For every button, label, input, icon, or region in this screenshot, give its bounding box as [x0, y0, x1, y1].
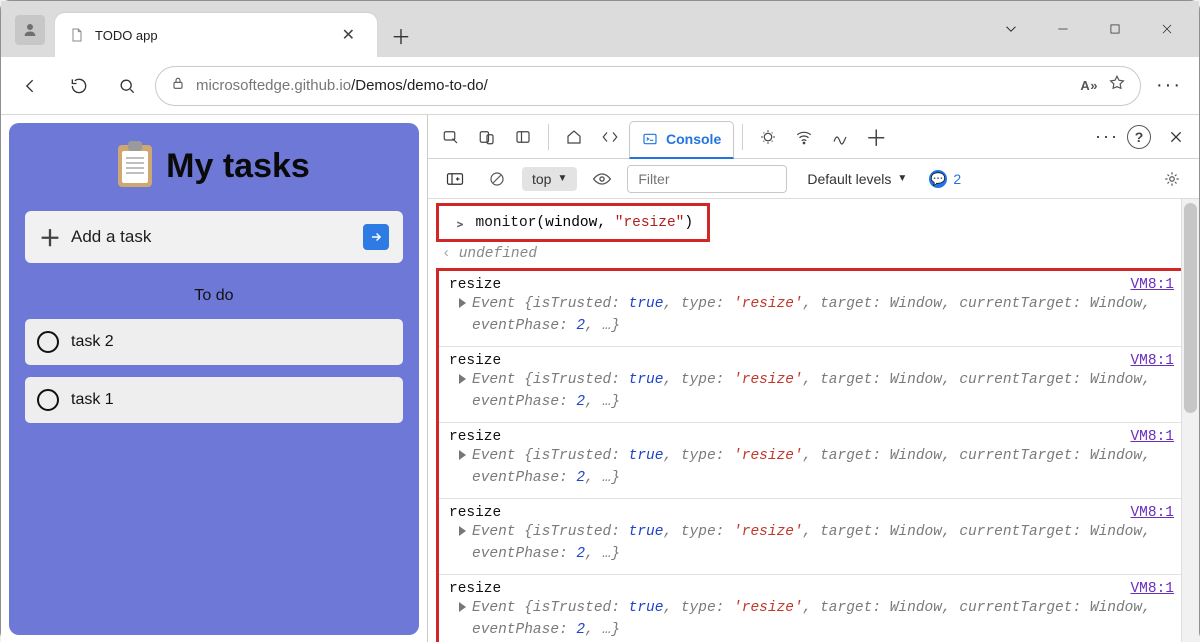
- browser-menu-icon[interactable]: ···: [1149, 66, 1189, 106]
- expand-icon[interactable]: [459, 374, 466, 384]
- event-name: resize: [449, 277, 1176, 293]
- console-log-entry[interactable]: resizeVM8:1Event {isTrusted: true, type:…: [439, 271, 1186, 346]
- prompt-icon: ﹥: [453, 212, 468, 233]
- event-name: resize: [449, 505, 1176, 521]
- expand-icon[interactable]: [459, 450, 466, 460]
- section-label: To do: [25, 287, 403, 305]
- event-name: resize: [449, 429, 1176, 445]
- clear-console-icon[interactable]: [480, 162, 514, 196]
- minimize-button[interactable]: [1037, 9, 1089, 49]
- issues-icon[interactable]: [751, 120, 785, 154]
- event-object: Event {isTrusted: true, type: 'resize', …: [472, 521, 1176, 566]
- task-label: task 2: [71, 333, 114, 351]
- source-link[interactable]: VM8:1: [1130, 581, 1174, 597]
- source-link[interactable]: VM8:1: [1130, 505, 1174, 521]
- maximize-button[interactable]: [1089, 9, 1141, 49]
- more-tabs-button[interactable]: ＋: [859, 120, 893, 154]
- window-close-button[interactable]: [1141, 9, 1193, 49]
- task-label: task 1: [71, 391, 114, 409]
- close-tab-icon[interactable]: ✕: [338, 23, 359, 47]
- app-heading: My tasks: [25, 145, 403, 187]
- inspect-element-icon[interactable]: [434, 120, 468, 154]
- favorite-icon[interactable]: [1108, 74, 1126, 97]
- console-sidebar-toggle[interactable]: [438, 162, 472, 196]
- browser-tab[interactable]: TODO app ✕: [55, 13, 377, 57]
- add-task-input[interactable]: ＋ Add a task: [25, 211, 403, 263]
- source-link[interactable]: VM8:1: [1130, 353, 1174, 369]
- event-object: Event {isTrusted: true, type: 'resize', …: [472, 293, 1176, 338]
- expand-icon[interactable]: [459, 602, 466, 612]
- console-command: ﹥ monitor(window, "resize"): [436, 203, 710, 242]
- clipboard-icon: [118, 145, 152, 187]
- profile-avatar[interactable]: [15, 15, 45, 45]
- devtools-panel: Console ＋ ··· ? top▼ Default levels▼ 💬2: [427, 115, 1199, 642]
- file-icon: [69, 27, 85, 43]
- issues-badge[interactable]: 💬2: [929, 170, 961, 188]
- scrollbar[interactable]: [1181, 199, 1199, 642]
- welcome-tab-icon[interactable]: [557, 120, 591, 154]
- expand-icon[interactable]: [459, 298, 466, 308]
- performance-icon[interactable]: [823, 120, 857, 154]
- help-icon[interactable]: ?: [1127, 125, 1151, 149]
- source-link[interactable]: VM8:1: [1130, 429, 1174, 445]
- task-checkbox[interactable]: [37, 389, 59, 411]
- tab-actions-icon[interactable]: [985, 9, 1037, 49]
- todo-app: My tasks ＋ Add a task To do task 2 task 1: [9, 123, 419, 635]
- lock-icon: [170, 75, 186, 96]
- console-log-entry[interactable]: resizeVM8:1Event {isTrusted: true, type:…: [439, 574, 1186, 642]
- devtools-tabbar: Console ＋ ··· ?: [428, 115, 1199, 159]
- console-log-entry[interactable]: resizeVM8:1Event {isTrusted: true, type:…: [439, 422, 1186, 498]
- scrollbar-thumb[interactable]: [1184, 203, 1197, 413]
- refresh-button[interactable]: [59, 66, 99, 106]
- console-tab[interactable]: Console: [629, 121, 734, 159]
- console-log-entry[interactable]: resizeVM8:1Event {isTrusted: true, type:…: [439, 346, 1186, 422]
- source-link[interactable]: VM8:1: [1130, 277, 1174, 293]
- device-emulation-icon[interactable]: [470, 120, 504, 154]
- elements-tab-icon[interactable]: [593, 120, 627, 154]
- console-return: ‹ undefined: [428, 242, 1199, 266]
- tab-title: TODO app: [95, 28, 158, 43]
- url-box[interactable]: microsoftedge.github.io/Demos/demo-to-do…: [155, 66, 1141, 106]
- devtools-close-icon[interactable]: [1159, 120, 1193, 154]
- app-viewport: My tasks ＋ Add a task To do task 2 task 1: [1, 115, 427, 642]
- console-log-entry[interactable]: resizeVM8:1Event {isTrusted: true, type:…: [439, 498, 1186, 574]
- return-arrow-icon: ‹: [442, 246, 451, 262]
- network-conditions-icon[interactable]: [787, 120, 821, 154]
- add-task-placeholder: Add a task: [71, 227, 151, 247]
- event-object: Event {isTrusted: true, type: 'resize', …: [472, 597, 1176, 642]
- submit-task-button[interactable]: [363, 224, 389, 250]
- address-bar: microsoftedge.github.io/Demos/demo-to-do…: [1, 57, 1199, 115]
- window-controls: [985, 1, 1193, 57]
- event-object: Event {isTrusted: true, type: 'resize', …: [472, 445, 1176, 490]
- console-settings-icon[interactable]: [1155, 162, 1189, 196]
- log-levels-selector[interactable]: Default levels▼: [807, 171, 907, 187]
- task-checkbox[interactable]: [37, 331, 59, 353]
- filter-input[interactable]: [627, 165, 787, 193]
- task-item[interactable]: task 2: [25, 319, 403, 365]
- context-selector[interactable]: top▼: [522, 167, 577, 191]
- new-tab-button[interactable]: ＋: [385, 19, 417, 51]
- url-text: microsoftedge.github.io/Demos/demo-to-do…: [196, 77, 488, 94]
- devtools-menu-icon[interactable]: ···: [1095, 126, 1119, 147]
- expand-icon[interactable]: [459, 526, 466, 536]
- dock-side-icon[interactable]: [506, 120, 540, 154]
- console-output: ﹥ monitor(window, "resize") ‹ undefined …: [428, 199, 1199, 642]
- search-icon[interactable]: [107, 66, 147, 106]
- event-name: resize: [449, 581, 1176, 597]
- browser-titlebar: TODO app ✕ ＋: [1, 1, 1199, 57]
- read-aloud-icon[interactable]: A»: [1080, 78, 1098, 93]
- back-button[interactable]: [11, 66, 51, 106]
- console-toolbar: top▼ Default levels▼ 💬2: [428, 159, 1199, 199]
- plus-icon: ＋: [39, 221, 61, 253]
- event-object: Event {isTrusted: true, type: 'resize', …: [472, 369, 1176, 414]
- event-name: resize: [449, 353, 1176, 369]
- speech-bubble-icon: 💬: [929, 170, 947, 188]
- live-expression-icon[interactable]: [585, 162, 619, 196]
- task-item[interactable]: task 1: [25, 377, 403, 423]
